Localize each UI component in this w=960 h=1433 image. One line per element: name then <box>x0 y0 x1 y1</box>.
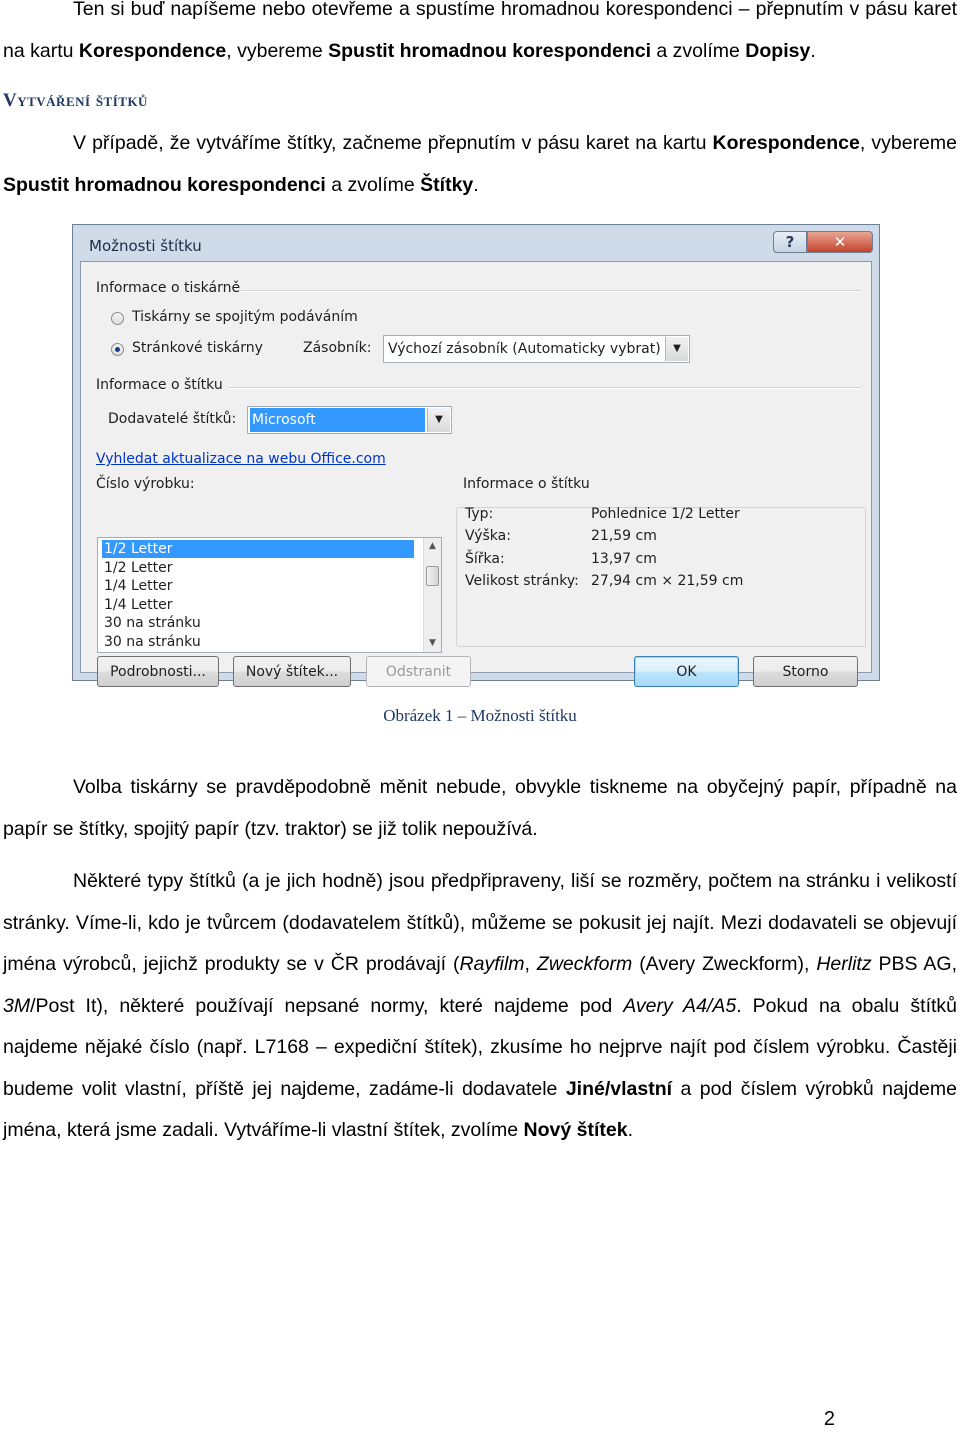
label-group-title: Informace o štítku <box>96 377 223 393</box>
intro-paragraph: Ten si buď napíšeme nebo otevřeme a spus… <box>3 0 957 72</box>
page-size-label: Velikost stránky: <box>465 573 579 589</box>
list-item[interactable]: 1/4 Letter <box>102 577 414 595</box>
bold-term: Spustit hromadnou korespondenci <box>3 173 326 196</box>
product-number-list[interactable]: ▲ ▼ 1/2 Letter 1/2 Letter 1/4 Letter 1/4 Le… <box>97 537 442 653</box>
dialog-title: Možnosti štítku <box>89 237 202 255</box>
scroll-up-icon[interactable]: ▲ <box>424 538 441 555</box>
section-heading: Vytváření štítků <box>3 90 148 111</box>
list-scrollbar[interactable]: ▲ ▼ <box>423 538 441 652</box>
text-run: . <box>473 173 479 196</box>
tray-label: Zásobník: <box>303 340 372 356</box>
list-item[interactable]: 1/2 Letter <box>102 559 414 577</box>
label-types-paragraph: Některé typy štítků (a je jich hodně) js… <box>3 861 957 1152</box>
text-run: a zvolíme <box>651 39 746 62</box>
text-run: . <box>627 1119 633 1141</box>
vendor-select[interactable]: Microsoft ▼ <box>247 406 452 434</box>
bold-term: Nový štítek <box>523 1119 628 1141</box>
window-buttons: ? ✕ <box>773 231 873 253</box>
italic-term: Zweckform <box>536 953 633 975</box>
italic-term: 3M <box>3 994 31 1017</box>
width-value: 13,97 cm <box>591 551 657 567</box>
label-options-dialog: Možnosti štítku ? ✕ Informace o tiskárně… <box>72 224 880 687</box>
new-label-button[interactable]: Nový štítek... <box>233 656 351 687</box>
text-run: . <box>810 39 816 62</box>
radio-continuous-label: Tiskárny se spojitým podáváním <box>132 309 358 325</box>
vendor-label: Dodavatelé štítků: <box>108 411 237 427</box>
list-item[interactable]: 1/4 Letter <box>102 596 414 614</box>
text-run: PBS AG, <box>871 953 957 975</box>
type-label: Typ: <box>465 506 494 522</box>
chevron-down-icon: ▼ <box>665 337 688 361</box>
scroll-thumb[interactable] <box>426 566 439 586</box>
close-button[interactable]: ✕ <box>807 231 873 253</box>
bold-term: Dopisy <box>745 39 811 62</box>
labels-paragraph: V případě, že vytváříme štítky, začneme … <box>3 123 957 206</box>
italic-term: Rayfilm <box>459 953 525 975</box>
text-run: , <box>524 953 537 975</box>
group-divider <box>229 387 861 389</box>
bold-term: Spustit hromadnou korespondenci <box>328 39 651 62</box>
text-run: , vybereme <box>859 132 957 154</box>
text-run: V případě, že vytváříme štítky, začneme … <box>73 132 713 154</box>
text-run: , vybereme <box>226 39 329 62</box>
page-size-value: 27,94 cm × 21,59 cm <box>591 573 744 589</box>
radio-continuous-feed[interactable] <box>111 312 124 325</box>
list-item[interactable]: 30 na stránku <box>102 614 414 632</box>
page-number: 2 <box>823 1408 835 1430</box>
group-divider <box>241 290 861 292</box>
list-item[interactable]: 30 na stránku <box>102 633 414 651</box>
width-label: Šířka: <box>465 551 505 567</box>
italic-term: Herlitz <box>816 953 872 975</box>
text-run: a zvolíme <box>325 173 421 196</box>
height-label: Výška: <box>465 528 511 544</box>
type-value: Pohlednice 1/2 Letter <box>591 506 740 522</box>
radio-page-printers[interactable] <box>111 343 124 356</box>
chevron-down-icon: ▼ <box>427 408 450 432</box>
bold-term: Korespondence <box>78 39 227 62</box>
radio-page-label: Stránkové tiskárny <box>132 340 263 356</box>
text-run: /Post It), některé používají nepsané nor… <box>30 994 624 1017</box>
question-icon: ? <box>785 233 795 251</box>
scroll-down-icon[interactable]: ▼ <box>424 635 441 652</box>
product-number-label: Číslo výrobku: <box>96 476 195 492</box>
text-run: (Avery Zweckform), <box>632 953 817 975</box>
bold-term: Štítky <box>420 173 474 196</box>
office-update-link[interactable]: Vyhledat aktualizace na webu Office.com <box>96 451 386 467</box>
height-value: 21,59 cm <box>591 528 657 544</box>
printer-paragraph: Volba tiskárny se pravděpodobně měnit ne… <box>3 776 957 840</box>
details-button[interactable]: Podrobnosti... <box>97 656 219 687</box>
ok-button[interactable]: OK <box>634 656 739 687</box>
tray-select[interactable]: Výchozí zásobník (Automaticky vybrat) ▼ <box>383 335 690 363</box>
list-item[interactable]: 1/2 Letter <box>102 540 414 558</box>
help-button[interactable]: ? <box>773 231 807 253</box>
close-icon: ✕ <box>833 233 847 251</box>
bold-term: Jiné/vlastní <box>565 1077 673 1100</box>
dialog-client-area: Informace o tiskárně Tiskárny se spojitý… <box>80 261 872 687</box>
printer-group-title: Informace o tiskárně <box>96 280 241 296</box>
tray-select-value: Výchozí zásobník (Automaticky vybrat) <box>388 341 661 357</box>
italic-term: Avery A4/A5 <box>623 994 737 1017</box>
vendor-select-value: Microsoft <box>250 408 425 432</box>
bold-term: Korespondence <box>712 132 860 154</box>
figure-caption: Obrázek 1 – Možnosti štítku <box>383 706 577 725</box>
label-info-title: Informace o štítku <box>461 476 592 492</box>
delete-button[interactable]: Odstranit <box>366 656 471 687</box>
cancel-button[interactable]: Storno <box>753 656 858 687</box>
